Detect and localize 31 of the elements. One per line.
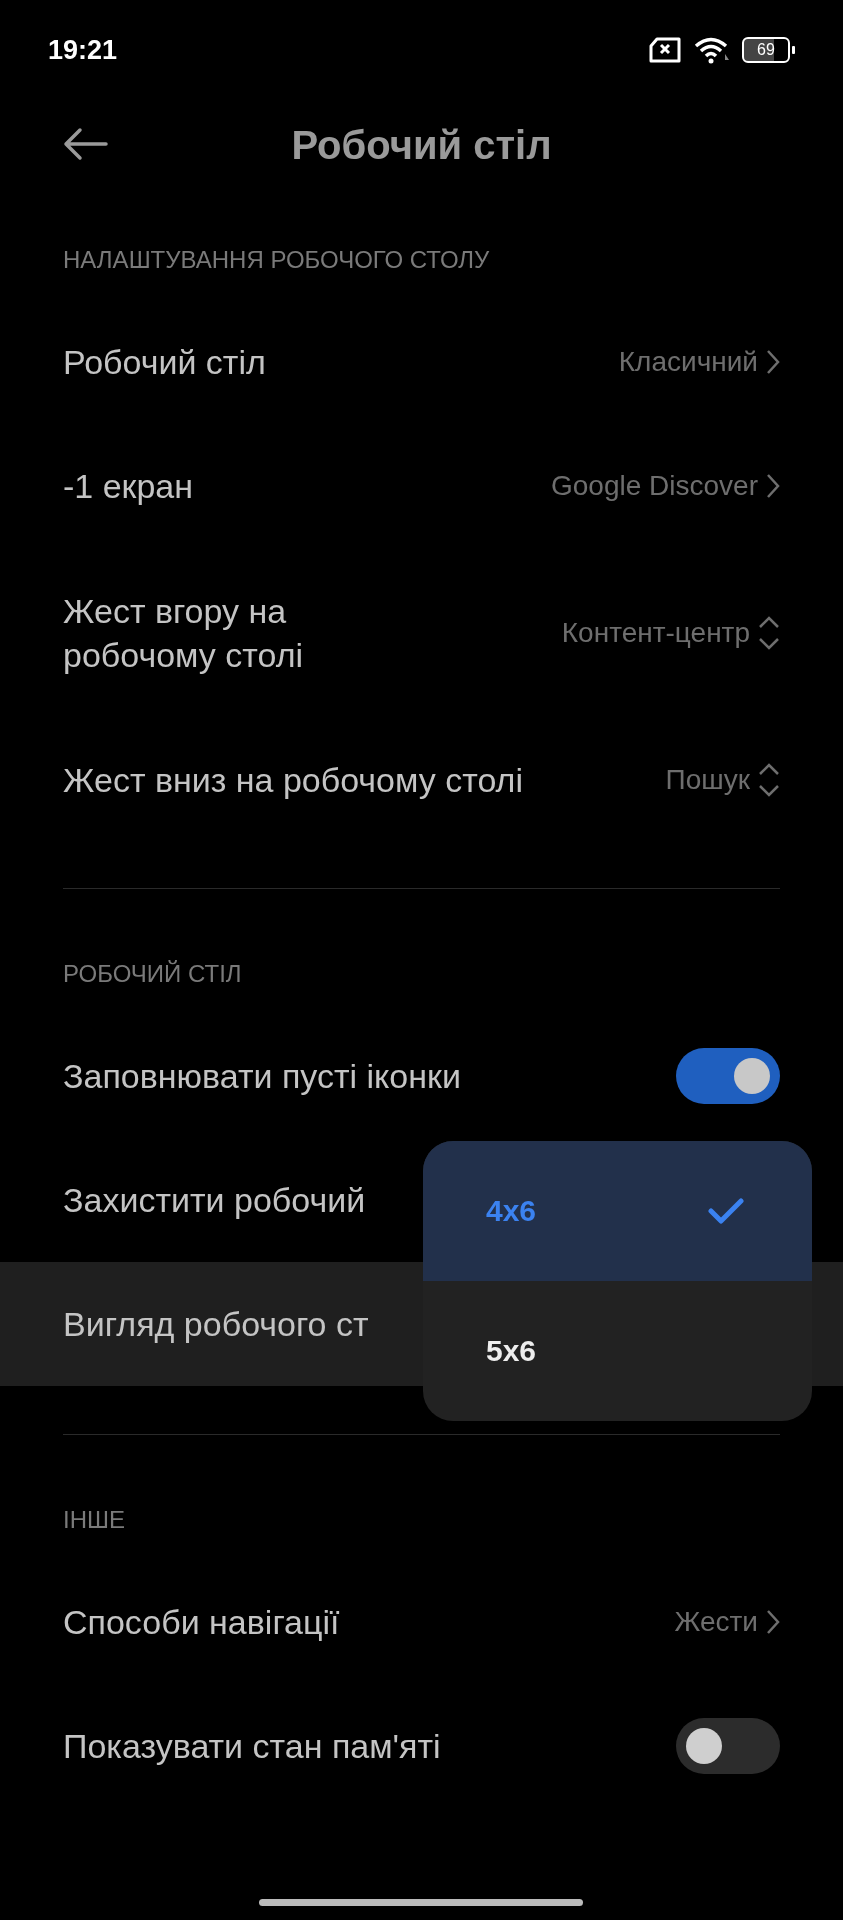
- setting-label: Вигляд робочого ст: [63, 1303, 369, 1345]
- setting-label: -1 екран: [63, 465, 194, 507]
- up-down-chevron-icon: [758, 762, 780, 798]
- back-icon[interactable]: [62, 127, 108, 161]
- toggle-switch[interactable]: [676, 1718, 780, 1774]
- toggle-switch[interactable]: [676, 1048, 780, 1104]
- menu-option[interactable]: 4x6: [423, 1141, 812, 1281]
- setting-label: Жест вниз на робочому столі: [63, 759, 523, 801]
- clock-time: 19:21: [48, 34, 119, 66]
- check-icon: [708, 1197, 744, 1225]
- section-header: РОБОЧИЙ СТІЛ: [63, 960, 242, 988]
- setting-label: Показувати стан пам'яті: [63, 1725, 441, 1767]
- setting-label: Заповнювати пусті іконки: [63, 1055, 461, 1097]
- no-sim-icon: [648, 37, 682, 63]
- setting-value[interactable]: Контент-центр: [561, 615, 780, 651]
- screen-title: Робочий стіл: [291, 122, 552, 168]
- setting-label: Жест вгору на робочому столі: [63, 590, 305, 676]
- wifi-icon: [694, 36, 730, 64]
- setting-value[interactable]: Жести: [674, 1606, 780, 1638]
- up-down-chevron-icon: [758, 615, 780, 651]
- section-header: НАЛАШТУВАННЯ РОБОЧОГО СТОЛУ: [63, 246, 490, 274]
- chevron-right-icon: [766, 349, 780, 375]
- setting-value[interactable]: Класичний: [618, 346, 780, 378]
- chevron-right-icon: [766, 473, 780, 499]
- setting-value[interactable]: Пошук: [665, 762, 780, 798]
- setting-label: Захистити робочий: [63, 1179, 366, 1221]
- section-header: ІНШЕ: [63, 1506, 125, 1534]
- setting-label: Способи навігації: [63, 1601, 340, 1643]
- setting-value[interactable]: Google Discover: [551, 470, 780, 502]
- setting-label: Робочий стіл: [63, 341, 266, 383]
- chevron-right-icon: [766, 1609, 780, 1635]
